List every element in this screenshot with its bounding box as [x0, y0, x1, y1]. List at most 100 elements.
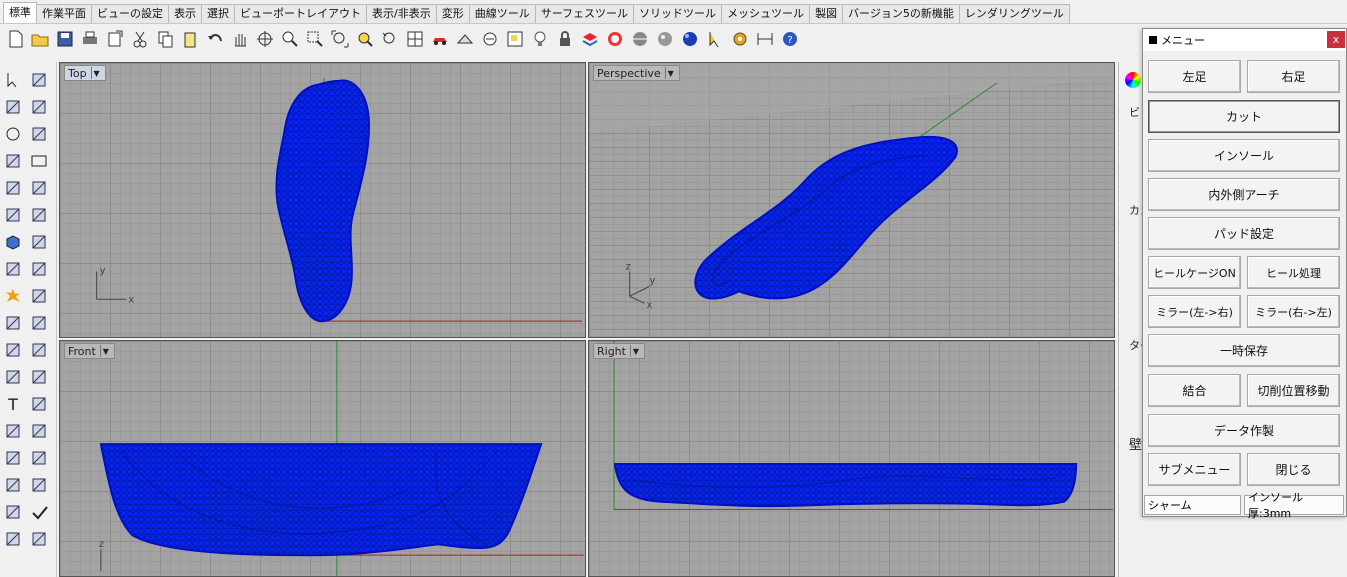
heel-process-button[interactable]: ヒール処理 — [1247, 256, 1340, 289]
mirror-icon[interactable] — [28, 421, 50, 441]
cut-button[interactable]: カット — [1148, 100, 1340, 133]
toolbar-tab[interactable]: 曲線ツール — [468, 4, 536, 23]
toolbar-tab[interactable]: 製図 — [809, 4, 844, 23]
toolbar-tab[interactable]: ビューの設定 — [91, 4, 169, 23]
polyline-icon[interactable] — [2, 97, 24, 117]
layer-icon[interactable] — [578, 27, 601, 51]
scale-icon[interactable] — [28, 367, 50, 387]
chevron-down-icon[interactable]: ▼ — [629, 345, 641, 357]
polygon-icon[interactable] — [2, 178, 24, 198]
boolean-union-icon[interactable] — [28, 232, 50, 252]
shaded-sphere-icon[interactable] — [628, 27, 651, 51]
rectangle-icon[interactable] — [28, 151, 50, 171]
four-viewports-icon[interactable] — [403, 27, 426, 51]
heel-cage-button[interactable]: ヒールケージON — [1148, 256, 1241, 289]
undo-icon[interactable] — [203, 27, 226, 51]
properties-icon[interactable] — [2, 448, 24, 468]
color-wheel-icon[interactable] — [1125, 72, 1141, 88]
import-icon[interactable] — [103, 27, 126, 51]
split-icon[interactable] — [28, 286, 50, 306]
analyze-icon[interactable] — [2, 529, 24, 549]
light-bulb-icon[interactable] — [528, 27, 551, 51]
toolbar-tab[interactable]: ビューポートレイアウト — [234, 4, 367, 23]
arch-button[interactable]: 内外側アーチ — [1148, 178, 1340, 211]
toolbar-tab[interactable]: 表示 — [168, 4, 202, 23]
print-icon[interactable] — [78, 27, 101, 51]
save-icon[interactable] — [53, 27, 76, 51]
gear-options-icon[interactable] — [728, 27, 751, 51]
toolbar-tab[interactable]: レンダリングツール — [958, 4, 1070, 23]
lock-icon[interactable] — [553, 27, 576, 51]
grid-snap-icon[interactable] — [503, 27, 526, 51]
submenu-button[interactable]: サブメニュー — [1148, 453, 1241, 486]
pan-hand-icon[interactable] — [228, 27, 251, 51]
viewport-title-perspective[interactable]: Perspective ▼ — [593, 65, 680, 81]
dimension-icon[interactable] — [753, 27, 776, 51]
toolbar-tab[interactable]: 選択 — [201, 4, 235, 23]
point-osnap-icon[interactable] — [478, 27, 501, 51]
move-icon[interactable] — [2, 367, 24, 387]
fillet-curve-icon[interactable] — [28, 178, 50, 198]
color-wheel-icon[interactable] — [603, 27, 626, 51]
layers-icon[interactable] — [28, 448, 50, 468]
rotate-icon[interactable] — [28, 394, 50, 414]
toolbar-tab[interactable]: バージョン5の新機能 — [842, 4, 960, 23]
viewport-title-front[interactable]: Front ▼ — [64, 343, 115, 359]
blue-sphere-icon[interactable] — [678, 27, 701, 51]
grid-array-icon[interactable] — [2, 475, 24, 495]
object-properties-icon[interactable] — [453, 27, 476, 51]
chevron-down-icon[interactable]: ▼ — [664, 67, 676, 79]
extend-icon[interactable] — [28, 313, 50, 333]
arc-icon[interactable] — [2, 151, 24, 171]
viewport-front[interactable]: Front ▼ z — [59, 340, 586, 577]
select-arrow-icon[interactable] — [2, 70, 24, 90]
chevron-down-icon[interactable]: ▼ — [99, 345, 111, 357]
toolbar-tab[interactable]: メッシュツール — [721, 4, 811, 23]
dimension-tool-icon[interactable] — [28, 475, 50, 495]
cut-icon[interactable] — [128, 27, 151, 51]
rendered-sphere-icon[interactable] — [653, 27, 676, 51]
render-icon[interactable] — [28, 529, 50, 549]
copy-icon[interactable] — [153, 27, 176, 51]
toolbar-tab[interactable]: 作業平面 — [36, 4, 92, 23]
make-data-button[interactable]: データ作製 — [1148, 414, 1340, 447]
open-folder-icon[interactable] — [28, 27, 51, 51]
surface-icon[interactable] — [2, 205, 24, 225]
select-arrow-icon[interactable] — [703, 27, 726, 51]
paste-icon[interactable] — [178, 27, 201, 51]
explode-icon[interactable] — [2, 286, 24, 306]
ellipse-icon[interactable] — [28, 124, 50, 144]
viewport-perspective[interactable]: Perspective ▼ z y x — [588, 62, 1115, 338]
toolbar-tab[interactable]: 変形 — [435, 4, 470, 23]
toolbar-tab[interactable]: 標準 — [3, 2, 37, 23]
car-icon[interactable] — [428, 27, 451, 51]
move-cut-position-button[interactable]: 切削位置移動 — [1247, 374, 1340, 407]
chevron-down-icon[interactable]: ▼ — [90, 67, 102, 79]
viewport-right[interactable]: Right ▼ — [588, 340, 1115, 577]
new-file-icon[interactable] — [3, 27, 26, 51]
zoom-icon[interactable] — [278, 27, 301, 51]
zoom-window-icon[interactable] — [303, 27, 326, 51]
circle-icon[interactable] — [2, 124, 24, 144]
close-menu-button[interactable]: 閉じる — [1247, 453, 1340, 486]
pipe-icon[interactable] — [2, 502, 24, 522]
text-icon[interactable]: T — [2, 394, 24, 414]
point-icon[interactable] — [28, 70, 50, 90]
join-button[interactable]: 結合 — [1148, 374, 1241, 407]
zoom-extents-icon[interactable] — [328, 27, 351, 51]
group-icon[interactable] — [2, 340, 24, 360]
trim-icon[interactable] — [2, 313, 24, 333]
toolbar-tab[interactable]: サーフェスツール — [534, 4, 635, 23]
menu-titlebar[interactable]: メニュー x — [1143, 29, 1346, 51]
help-icon[interactable]: ? — [778, 27, 801, 51]
viewport-title-right[interactable]: Right ▼ — [593, 343, 645, 359]
rotate-view-icon[interactable] — [253, 27, 276, 51]
mirror-right-to-left-button[interactable]: ミラー(右->左) — [1247, 295, 1340, 328]
viewport-title-top[interactable]: Top ▼ — [64, 65, 106, 81]
viewport-top[interactable]: Top ▼ y x — [59, 62, 586, 338]
box-solid-icon[interactable] — [2, 232, 24, 252]
temp-save-button[interactable]: 一時保存 — [1148, 334, 1340, 367]
cylinder-icon[interactable] — [2, 259, 24, 279]
check-icon[interactable] — [28, 502, 50, 522]
left-foot-button[interactable]: 左足 — [1148, 60, 1241, 93]
